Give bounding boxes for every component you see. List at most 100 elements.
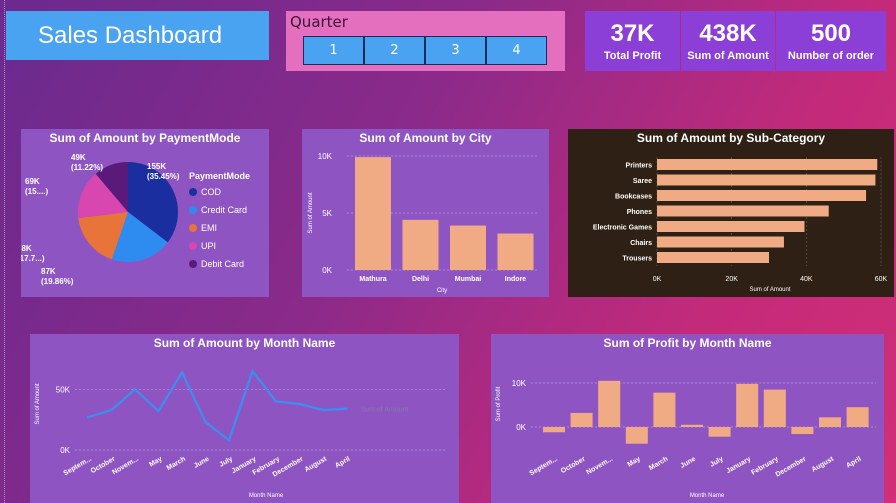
month-amount-chart[interactable]: Sum of Amount by Month Name 0K 50K Septem.… [30, 334, 459, 503]
sub-category-bar-chart: 0K 20K 40K 60K Printers Saree Bookcases Phones E… [593, 157, 888, 293]
pie-data-label: 49K (11.22%) [71, 153, 103, 172]
y-tick-label: Bookcases [615, 194, 652, 201]
y-tick-label: 50K [56, 385, 71, 394]
month-line-chart: 0K50KSeptem...OctoberNovem... May March Jun… [35, 368, 445, 499]
legend-item-emi[interactable]: EMI [189, 219, 250, 237]
profit-bar [543, 427, 565, 433]
x-tick-label: June [679, 456, 697, 470]
y-tick-label: 10K [512, 379, 527, 388]
sub-category-bar [657, 205, 829, 217]
profit-bar [708, 427, 731, 437]
x-tick-label: May [627, 456, 642, 469]
profit-bar [791, 427, 814, 435]
sub-category-bar [657, 252, 769, 263]
city-chart[interactable]: Sum of Amount by City 0K 5K 10K Mathura Delh… [302, 129, 549, 297]
legend-label: Debit Card [201, 259, 245, 269]
quarter-option-1[interactable]: 1 [303, 36, 364, 65]
profit-bar [681, 424, 703, 427]
legend-item-credit-card[interactable]: Credit Card [189, 201, 250, 219]
kpi-card-total-profit[interactable]: 37K Total Profit [585, 11, 680, 71]
x-tick-label: 40K [800, 276, 813, 283]
x-tick-label: March [166, 456, 187, 472]
kpi-value: 500 [810, 20, 852, 47]
line-point [227, 439, 231, 442]
legend-swatch [189, 224, 197, 232]
x-tick-label: October [560, 456, 587, 476]
legend-item-cod[interactable]: COD [189, 183, 250, 201]
payment-mode-chart[interactable]: Sum of Amount by PaymentMode 155K (35.45%… [21, 129, 269, 297]
line-point [321, 408, 325, 412]
x-tick-label: Mumbai [455, 276, 482, 283]
quarter-slicer: Quarter 1 2 3 4 [286, 11, 565, 71]
x-tick-label: 60K [875, 276, 888, 283]
dashboard-title: Sales Dashboard [6, 11, 269, 60]
line-series [87, 368, 347, 443]
x-tick-label: Novem... [585, 456, 614, 477]
sub-category-bar [657, 174, 876, 186]
x-tick-label: Indore [505, 276, 526, 283]
x-tick-label: Mathura [359, 276, 386, 283]
kpi-card-number-of-order[interactable]: 500 Number of order [776, 11, 886, 71]
city-bar [355, 157, 391, 270]
month-profit-bar-chart: 0K 10K Septem... OctoberNovem... May March Jun… [496, 379, 876, 499]
kpi-card-sum-of-amount[interactable]: 438K Sum of Amount [681, 11, 775, 71]
kpi-value: 438K [699, 20, 757, 47]
legend-label: UPI [201, 241, 217, 251]
legend-title: PaymentMode [189, 171, 251, 181]
profit-bar [570, 412, 593, 427]
x-tick-label: April [845, 456, 862, 470]
sub-category-bar [657, 159, 878, 170]
sub-category-bar [657, 221, 805, 232]
x-axis-title: City [437, 288, 447, 294]
x-tick-label: Septem... [63, 456, 93, 478]
x-tick-label: July [218, 456, 234, 469]
y-tick-label: 5K [322, 209, 332, 218]
legend-swatch [189, 260, 197, 268]
kpi-value: 37K [610, 20, 655, 47]
y-axis-title: Sum of Amount [308, 192, 314, 233]
slicer-label: Quarter [290, 13, 348, 31]
line-point [298, 402, 301, 406]
pie-data-label: 87K (19.86%) [41, 267, 74, 286]
y-tick-label: Phones [627, 209, 652, 216]
profit-bar [819, 417, 841, 427]
city-bar [497, 233, 534, 270]
y-axis-title: Sum of Amount [35, 383, 41, 424]
x-tick-label: Novem... [111, 456, 140, 477]
profit-bar [736, 383, 759, 427]
x-tick-label: 20K [725, 276, 738, 283]
quarter-option-2[interactable]: 2 [364, 36, 425, 65]
kpi-label: Sum of Amount [687, 50, 769, 62]
x-tick-label: January [725, 456, 752, 476]
x-tick-label: April [334, 456, 351, 470]
pie-data-label: 155K (35.45%) [147, 162, 180, 181]
line-point [133, 388, 137, 391]
kpi-label: Number of order [787, 50, 875, 62]
profit-bar [598, 380, 621, 427]
legend-item-debit-card[interactable]: Debit Card [189, 255, 250, 273]
profit-bar [846, 407, 869, 427]
sub-category-chart[interactable]: Sum of Amount by Sub-Category 0K 20K 40K 60… [568, 129, 894, 297]
city-bar-chart: 0K 5K 10K Mathura Delhi Mumbai Indore City Sum o… [308, 152, 537, 294]
y-tick-label: Saree [633, 178, 652, 185]
quarter-option-4[interactable]: 4 [486, 36, 547, 65]
y-tick-label: Electronic Games [593, 225, 652, 232]
legend-label: EMI [201, 223, 218, 233]
y-tick-label: 0K [516, 423, 526, 432]
profit-bar [763, 389, 786, 427]
x-tick-label: August [811, 455, 836, 473]
x-axis-title: Month Name [690, 493, 725, 499]
line-point [204, 420, 207, 424]
canvas-edge [4, 0, 5, 503]
month-profit-chart[interactable]: Sum of Profit by Month Name 0K 10K Septem.… [491, 334, 884, 503]
x-tick-label: May [148, 456, 163, 469]
line-point [86, 416, 90, 419]
legend-label: COD [201, 187, 221, 197]
line-point [180, 371, 184, 374]
quarter-option-3[interactable]: 3 [425, 36, 486, 65]
kpi-label: Total Profit [603, 50, 662, 62]
pie-data-label: 78K(17.7...) [21, 244, 45, 263]
pie-data-label: 69K (15....) [25, 177, 48, 196]
legend-item-upi[interactable]: UPI [189, 237, 250, 255]
line-point [157, 409, 160, 413]
